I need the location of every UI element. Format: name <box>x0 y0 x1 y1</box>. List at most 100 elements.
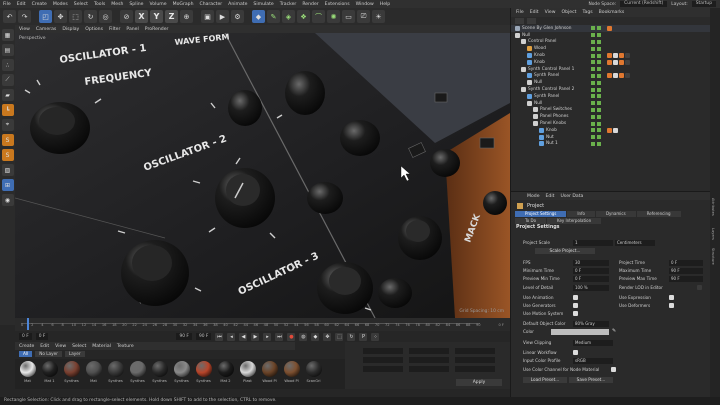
scale-project-button[interactable]: Scale Project... <box>535 248 595 254</box>
material-item[interactable]: Synthes <box>62 361 81 389</box>
editor-visibility-icon[interactable] <box>591 121 595 126</box>
om-menu-tags[interactable]: Tags <box>582 10 592 15</box>
menu-mograph[interactable]: MoGraph <box>173 2 194 7</box>
preview-max-field[interactable]: 90 F <box>669 276 703 282</box>
editor-visibility-icon[interactable] <box>591 33 595 38</box>
viewport-menu-options[interactable]: Options <box>85 27 103 32</box>
render-visibility-icon[interactable] <box>597 141 601 146</box>
position-key-icon[interactable]: ✥ <box>323 332 332 341</box>
render-visibility-icon[interactable] <box>597 73 601 78</box>
material-tag-icon[interactable] <box>607 25 612 31</box>
cube-primitive-icon[interactable]: ◆ <box>252 10 265 23</box>
go-to-start-icon[interactable]: ⏮ <box>215 332 224 341</box>
material-menu-create[interactable]: Create <box>19 344 34 349</box>
min-time-field[interactable]: 0 F <box>573 268 609 274</box>
coord-field[interactable] <box>455 366 495 372</box>
play-icon[interactable]: ▶ <box>251 332 260 341</box>
render-visibility-icon[interactable] <box>597 135 601 140</box>
material-item[interactable]: Mat 2 <box>216 361 235 389</box>
om-menu-file[interactable]: File <box>516 10 524 15</box>
layout-select[interactable]: Startup <box>691 1 716 7</box>
material-item[interactable]: Mat <box>84 361 103 389</box>
material-tag-icon[interactable] <box>625 73 630 79</box>
editor-visibility-icon[interactable] <box>591 135 595 140</box>
render-visibility-icon[interactable] <box>597 60 601 65</box>
solo-hierarchy-icon[interactable]: S <box>1 149 14 161</box>
object-row[interactable]: Nut 1 <box>511 141 710 148</box>
viewport-solo-icon[interactable]: ◉ <box>1 194 14 206</box>
render-visibility-icon[interactable] <box>597 87 601 92</box>
coord-field[interactable] <box>409 357 449 363</box>
menu-character[interactable]: Character <box>199 2 222 7</box>
object-row[interactable]: Synth Control Panel 1 <box>511 66 710 73</box>
render-visibility-icon[interactable] <box>597 101 601 106</box>
menu-create[interactable]: Create <box>32 2 47 7</box>
material-item[interactable]: Wood Pl <box>260 361 279 389</box>
editor-visibility-icon[interactable] <box>591 60 595 65</box>
material-tag-icon[interactable] <box>607 73 612 79</box>
scale-key-icon[interactable]: ⬚ <box>335 332 344 341</box>
menu-help[interactable]: Help <box>380 2 390 7</box>
snap-icon[interactable]: ⌖ <box>1 119 14 131</box>
object-row[interactable]: Scene By Glen Johnson <box>511 25 710 32</box>
attr-menu-mode[interactable]: Mode <box>527 194 540 199</box>
use-animation-checkbox[interactable] <box>573 295 578 300</box>
object-row[interactable]: Knob <box>511 52 710 59</box>
node-space-select[interactable]: Current (Redshift) <box>620 1 668 7</box>
pen-spline-icon[interactable]: ✎ <box>267 10 280 23</box>
texture-mode-icon[interactable]: ▤ <box>1 44 14 56</box>
go-to-end-icon[interactable]: ⏭ <box>275 332 284 341</box>
edges-mode-icon[interactable]: ⟋ <box>1 74 14 86</box>
model-mode-icon[interactable]: ▦ <box>1 29 14 41</box>
menu-mesh[interactable]: Mesh <box>111 2 123 7</box>
project-scale-field[interactable]: 1 <box>573 240 613 246</box>
coord-field[interactable] <box>363 348 403 354</box>
filter-no-layer[interactable]: No Layer <box>35 351 62 357</box>
object-row[interactable]: Synth Panel <box>511 73 710 80</box>
menu-file[interactable]: File <box>3 2 11 7</box>
viewport-menu-filter[interactable]: Filter <box>109 27 120 32</box>
project-time-field[interactable]: 0 F <box>669 260 703 266</box>
move-tool-icon[interactable]: ✥ <box>54 10 67 23</box>
play-backward-icon[interactable]: ◀ <box>239 332 248 341</box>
param-key-icon[interactable]: P <box>359 332 368 341</box>
editor-visibility-icon[interactable] <box>591 53 595 58</box>
subdivision-icon[interactable]: ◈ <box>282 10 295 23</box>
material-tag-icon[interactable] <box>613 53 618 59</box>
rotate-tool-icon[interactable]: ↻ <box>84 10 97 23</box>
object-row[interactable]: Control Panel <box>511 39 710 46</box>
bend-deformer-icon[interactable]: ⌒ <box>312 10 325 23</box>
timeline[interactable]: 0 2 4 6 8 10 12 14 16 18 20 22 24 26 28 30 32 34 36 38 40 42 4… <box>15 318 510 331</box>
render-visibility-icon[interactable] <box>597 33 601 38</box>
editor-visibility-icon[interactable] <box>591 141 595 146</box>
material-tag-icon[interactable] <box>619 73 624 79</box>
render-visibility-icon[interactable] <box>597 114 601 119</box>
end-frame-field[interactable]: 90 F <box>176 333 192 340</box>
render-visibility-icon[interactable] <box>597 67 601 72</box>
points-mode-icon[interactable]: ∴ <box>1 59 14 71</box>
material-tag-icon[interactable] <box>625 53 630 59</box>
material-tag-icon[interactable] <box>619 53 624 59</box>
render-visibility-icon[interactable] <box>597 46 601 51</box>
editor-visibility-icon[interactable] <box>591 114 595 119</box>
material-tag-icon[interactable] <box>613 73 618 79</box>
linear-workflow-checkbox[interactable] <box>573 350 578 355</box>
tab-dynamics[interactable]: Dynamics <box>595 211 636 217</box>
polygons-mode-icon[interactable]: ▰ <box>1 89 14 101</box>
editor-visibility-icon[interactable] <box>591 101 595 106</box>
use-color-channel-checkbox[interactable] <box>611 367 616 372</box>
om-menu-view[interactable]: View <box>545 10 556 15</box>
object-row[interactable]: Panel Knobs <box>511 120 710 127</box>
recent-tools-icon[interactable]: ◎ <box>99 10 112 23</box>
coord-field[interactable] <box>455 348 495 354</box>
use-expression-checkbox[interactable] <box>669 295 674 300</box>
search-icon[interactable] <box>515 18 524 24</box>
material-menu-view[interactable]: View <box>55 344 66 349</box>
editor-visibility-icon[interactable] <box>591 26 595 31</box>
start-frame-field[interactable]: 0 F <box>19 333 32 340</box>
axis-z-button[interactable]: Z <box>165 10 178 23</box>
3d-viewport[interactable]: OSCILLATOR - 1 FREQUENCY WAVE FORM OSCIL… <box>15 33 510 318</box>
current-frame-field[interactable]: 0 F <box>35 333 49 340</box>
axis-x-button[interactable]: X <box>135 10 148 23</box>
object-row[interactable]: Knob <box>511 127 710 134</box>
